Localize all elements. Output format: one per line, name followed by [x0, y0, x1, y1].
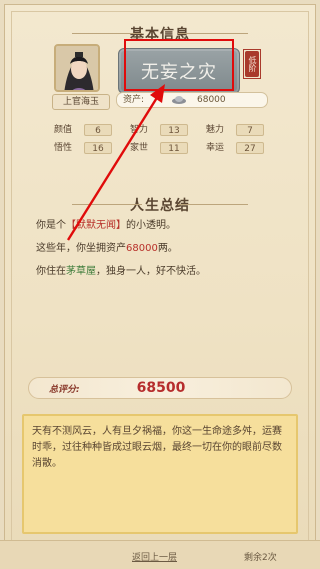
stat-item: 家世 11: [130, 142, 196, 154]
assets-value: 68000: [197, 95, 226, 105]
score-value: 68500: [136, 380, 186, 396]
stat-label: 悟性: [54, 143, 73, 153]
back-button[interactable]: 返回上一层: [132, 550, 177, 563]
stat-label: 魅力: [206, 125, 225, 135]
divider: [178, 33, 248, 34]
section-title: 人生总结: [130, 198, 190, 214]
stat-value: 11: [160, 142, 188, 154]
score-bar: 总评分: 68500: [28, 377, 292, 399]
highlight-text: 68000: [126, 243, 158, 254]
stat-item: 颜值 6: [54, 124, 120, 136]
stat-label: 智力: [130, 125, 149, 135]
stat-value: 13: [160, 124, 188, 136]
portrait-icon: [56, 46, 98, 90]
rank-badge-label: 低阶: [248, 56, 257, 72]
life-summary-header: 人生总结: [0, 195, 320, 215]
divider: [72, 204, 142, 205]
stat-value: 16: [84, 142, 112, 154]
text: ，独身一人，好不快活。: [96, 266, 206, 277]
character-name: 上官海玉: [52, 94, 110, 110]
summary-line-2: 这些年，你坐拥资产68000两。: [36, 242, 286, 256]
epitaph-note: 天有不测风云，人有旦夕祸福，你这一生命途多舛，运赛时乖，过往种种皆成过眼云烟，最…: [22, 414, 298, 534]
avatar: [54, 44, 100, 92]
epitaph-text: 天有不测风云，人有旦夕祸福，你这一生命途多舛，运赛时乖，过往种种皆成过眼云烟，最…: [32, 426, 282, 469]
text: 的小透明。: [126, 220, 176, 231]
stat-value: 7: [236, 124, 264, 136]
divider: [178, 204, 248, 205]
text: 你是个: [36, 220, 66, 231]
stat-item: 悟性 16: [54, 142, 120, 154]
stat-item: 魅力 7: [206, 124, 272, 136]
highlight-text: 茅草屋: [66, 266, 96, 277]
stat-label: 幸运: [206, 143, 225, 153]
rank-badge: 低阶: [245, 51, 259, 77]
summary-line-1: 你是个【默默无闻】的小透明。: [36, 219, 286, 233]
highlight-text: 【默默无闻】: [66, 220, 126, 231]
remaining-count: 剩余2次: [244, 553, 277, 563]
text: 两。: [157, 243, 178, 254]
summary-line-3: 你住在茅草屋，独身一人，好不快活。: [36, 265, 286, 279]
stat-item: 幸运 27: [206, 142, 272, 154]
stat-label: 家世: [130, 143, 149, 153]
bottom-bar: 返回上一层 剩余2次: [0, 540, 320, 569]
silver-ingot-icon: [172, 96, 186, 104]
stat-label: 颜值: [54, 125, 73, 135]
stat-item: 智力 13: [130, 124, 196, 136]
stat-value: 27: [236, 142, 264, 154]
highlight-box: [124, 39, 234, 91]
assets-bar: 资产: 68000: [116, 92, 268, 108]
assets-label: 资产:: [123, 95, 145, 105]
divider: [72, 33, 142, 34]
text: 这些年，你坐拥资产: [36, 243, 126, 254]
text: 你住在: [36, 266, 66, 277]
stat-value: 6: [84, 124, 112, 136]
